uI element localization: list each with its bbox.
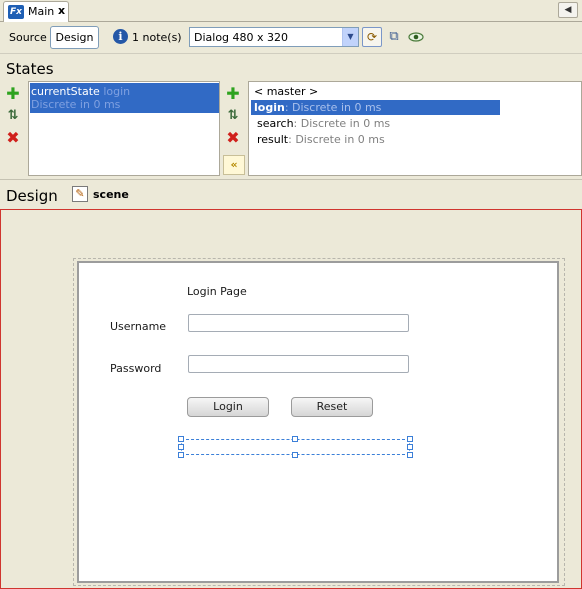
device-select-value: Dialog 480 x 320 xyxy=(194,31,289,44)
refresh-icon[interactable]: ⟳ xyxy=(362,27,382,47)
design-button[interactable]: Design xyxy=(50,26,99,49)
transition-detail: : Discrete in 0 ms xyxy=(284,101,382,114)
reset-button[interactable]: Reset xyxy=(291,397,373,417)
tab-scroll-left-icon[interactable]: ◀ xyxy=(558,2,578,18)
notes-count[interactable]: 1 note(s) xyxy=(132,31,182,44)
editor-toolbar: Source Design i 1 note(s) Dialog 480 x 3… xyxy=(0,23,582,51)
current-state-item[interactable]: currentState login Discrete in 0 ms xyxy=(30,83,219,113)
transition-name: < master > xyxy=(254,85,319,98)
device-select[interactable]: Dialog 480 x 320 ▼ xyxy=(189,27,359,47)
design-canvas[interactable]: Login Page Username Password Login Reset xyxy=(0,209,582,589)
eye-icon[interactable] xyxy=(408,29,424,45)
tab-close-icon[interactable]: x xyxy=(58,4,65,17)
transition-name: result xyxy=(257,133,289,146)
app-preview-frame[interactable]: Login Page Username Password Login Reset xyxy=(77,261,559,583)
edit-scene-icon[interactable]: ✎ xyxy=(72,186,88,202)
editor-tab-bar: Fx Main x ◀ xyxy=(0,0,582,22)
transition-row[interactable]: search: Discrete in 0 ms xyxy=(251,116,390,131)
transition-list[interactable]: < master > login: Discrete in 0 ms searc… xyxy=(248,81,582,176)
transition-name: login xyxy=(254,101,285,114)
transition-row-selected[interactable]: login: Discrete in 0 ms xyxy=(251,100,500,115)
password-field[interactable] xyxy=(188,355,409,373)
resize-handle[interactable] xyxy=(292,452,298,458)
current-state-value: login xyxy=(103,85,131,98)
states-title: States xyxy=(6,60,54,78)
double-chevron-left-icon[interactable]: « xyxy=(223,155,245,175)
add-state-icon[interactable]: ✚ xyxy=(4,85,22,103)
login-page-title: Login Page xyxy=(187,285,247,298)
username-field[interactable] xyxy=(188,314,409,332)
reorder-transition-icon[interactable]: ⇅ xyxy=(224,107,242,125)
tab-main[interactable]: Fx Main x xyxy=(3,1,69,22)
delete-state-icon[interactable]: ✖ xyxy=(4,129,22,147)
source-button[interactable]: Source xyxy=(9,31,47,44)
transition-row[interactable]: result: Discrete in 0 ms xyxy=(251,132,385,147)
chevron-down-icon[interactable]: ▼ xyxy=(342,28,358,46)
design-header: Design ✎ scene xyxy=(0,179,582,209)
scene-label[interactable]: scene xyxy=(93,188,129,201)
current-state-transition: Discrete in 0 ms xyxy=(31,98,121,111)
resize-handle[interactable] xyxy=(178,452,184,458)
transition-row[interactable]: < master > xyxy=(251,84,318,99)
transition-name: search xyxy=(257,117,294,130)
states-header: States xyxy=(0,53,582,81)
password-label: Password xyxy=(110,362,162,375)
add-transition-icon[interactable]: ✚ xyxy=(224,85,242,103)
resize-handle[interactable] xyxy=(407,436,413,442)
transition-detail: : Discrete in 0 ms xyxy=(288,133,385,146)
state-list[interactable]: currentState login Discrete in 0 ms xyxy=(28,81,220,176)
design-title: Design xyxy=(6,187,58,205)
reorder-state-icon[interactable]: ⇅ xyxy=(4,107,22,125)
resize-handle[interactable] xyxy=(292,436,298,442)
resize-handle[interactable] xyxy=(178,436,184,442)
states-panel: ✚ ⇅ ✖ currentState login Discrete in 0 m… xyxy=(0,81,582,178)
fx-file-icon: Fx xyxy=(8,5,24,19)
delete-transition-icon[interactable]: ✖ xyxy=(224,129,242,147)
resize-handle[interactable] xyxy=(178,444,184,450)
username-label: Username xyxy=(110,320,167,333)
resize-handle[interactable] xyxy=(407,452,413,458)
state-tools: ✚ ⇅ ✖ xyxy=(0,81,28,176)
tab-main-label: Main xyxy=(28,5,55,18)
transition-detail: : Discrete in 0 ms xyxy=(293,117,391,130)
transition-tools: ✚ ⇅ ✖ « xyxy=(221,81,248,176)
resize-handle[interactable] xyxy=(407,444,413,450)
current-state-name: currentState xyxy=(31,85,100,98)
login-button[interactable]: Login xyxy=(187,397,269,417)
info-icon[interactable]: i xyxy=(113,29,128,44)
frame-icon[interactable]: ⧉ xyxy=(386,29,402,45)
